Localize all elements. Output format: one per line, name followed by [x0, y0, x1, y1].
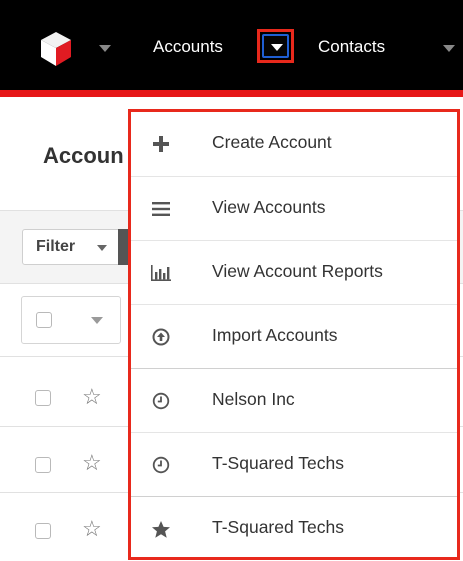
favorite-star-icon[interactable]: ☆	[82, 452, 102, 474]
filter-chevron-down-icon	[97, 245, 107, 251]
menu-item-label: Nelson Inc	[212, 389, 295, 409]
upload-circle-icon	[143, 319, 179, 355]
menu-item-recent-nelson-inc[interactable]: Nelson Inc	[131, 368, 457, 433]
row-checkbox[interactable]	[35, 390, 51, 406]
bar-chart-icon	[143, 255, 179, 291]
logo-cube-icon[interactable]	[39, 30, 73, 68]
filter-label: Filter	[36, 238, 76, 255]
list-icon	[143, 191, 179, 227]
menu-item-label: Import Accounts	[212, 325, 338, 345]
accounts-dropdown-button[interactable]	[257, 29, 294, 63]
mass-select-group[interactable]	[21, 296, 121, 344]
row-checkbox[interactable]	[35, 523, 51, 539]
menu-item-recent-t-squared-techs[interactable]: T-Squared Techs	[131, 432, 457, 497]
nav-tab-contacts[interactable]: Contacts	[318, 37, 385, 57]
favorite-star-icon[interactable]: ☆	[82, 386, 102, 408]
star-icon	[143, 511, 179, 547]
chevron-down-icon	[271, 44, 283, 51]
select-all-checkbox[interactable]	[36, 312, 52, 328]
menu-item-label: T-Squared Techs	[212, 517, 344, 537]
mass-actions-chevron-down-icon[interactable]	[91, 317, 103, 324]
brand-accent-line	[0, 90, 463, 97]
plus-icon	[143, 126, 179, 162]
clock-icon	[143, 447, 179, 483]
menu-item-label: Create Account	[212, 132, 332, 152]
row-checkbox[interactable]	[35, 457, 51, 473]
menu-item-view-account-reports[interactable]: View Account Reports	[131, 240, 457, 305]
filter-button[interactable]: Filter	[22, 229, 122, 265]
menu-item-label: T-Squared Techs	[212, 453, 344, 473]
menu-item-import-accounts[interactable]: Import Accounts	[131, 304, 457, 369]
contacts-chevron-down-icon[interactable]	[443, 45, 455, 52]
accounts-dropdown-menu: Create Account View Accounts View Accoun…	[128, 109, 460, 560]
nav-tab-accounts[interactable]: Accounts	[153, 37, 223, 57]
favorite-star-icon[interactable]: ☆	[82, 518, 102, 540]
menu-item-label: View Accounts	[212, 197, 326, 217]
top-nav-bar: Accounts Contacts	[0, 0, 463, 93]
menu-item-label: View Account Reports	[212, 261, 383, 281]
page-title: Accoun	[43, 143, 124, 168]
menu-item-create-account[interactable]: Create Account	[131, 112, 457, 176]
logo-chevron-down-icon[interactable]	[99, 45, 111, 52]
menu-item-favorite-t-squared-techs[interactable]: T-Squared Techs	[131, 496, 457, 561]
menu-item-view-accounts[interactable]: View Accounts	[131, 176, 457, 241]
clock-icon	[143, 383, 179, 419]
